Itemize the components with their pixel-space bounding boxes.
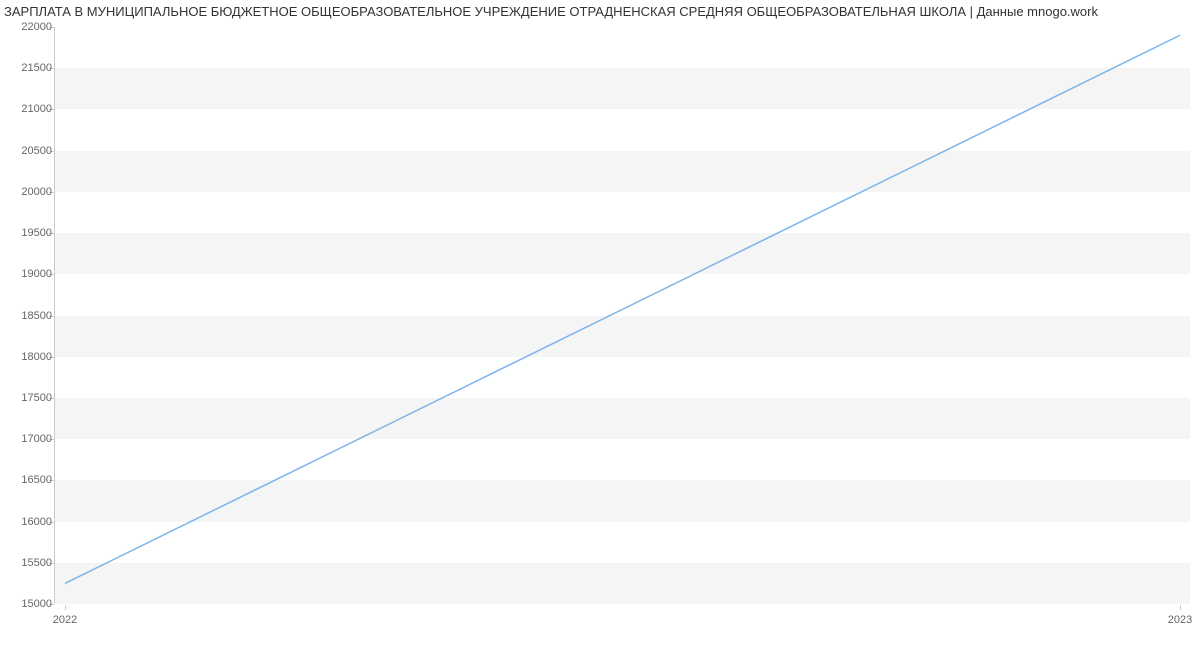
x-tick-label: 2022 <box>53 614 77 626</box>
data-line <box>65 35 1180 583</box>
y-tick-label: 20500 <box>21 145 52 157</box>
y-tick-label: 16000 <box>21 516 52 528</box>
x-tick <box>65 605 66 610</box>
y-tick-label: 16500 <box>21 474 52 486</box>
plot-area: 20222023 <box>55 27 1190 604</box>
y-tick-label: 21500 <box>21 62 52 74</box>
y-tick-label: 18000 <box>21 351 52 363</box>
y-tick-label: 15500 <box>21 557 52 569</box>
y-tick-label: 15000 <box>21 598 52 610</box>
chart-title: ЗАРПЛАТА В МУНИЦИПАЛЬНОЕ БЮДЖЕТНОЕ ОБЩЕО… <box>0 4 1200 19</box>
y-tick-label: 20000 <box>21 186 52 198</box>
y-tick-label: 17000 <box>21 433 52 445</box>
x-tick-label: 2023 <box>1168 614 1192 626</box>
x-tick <box>1180 605 1181 610</box>
y-tick-label: 21000 <box>21 103 52 115</box>
y-tick-label: 17500 <box>21 392 52 404</box>
y-tick-label: 18500 <box>21 310 52 322</box>
y-tick-label: 22000 <box>21 21 52 33</box>
y-tick-label: 19500 <box>21 227 52 239</box>
y-tick-label: 19000 <box>21 268 52 280</box>
chart-line-svg <box>55 27 1190 604</box>
